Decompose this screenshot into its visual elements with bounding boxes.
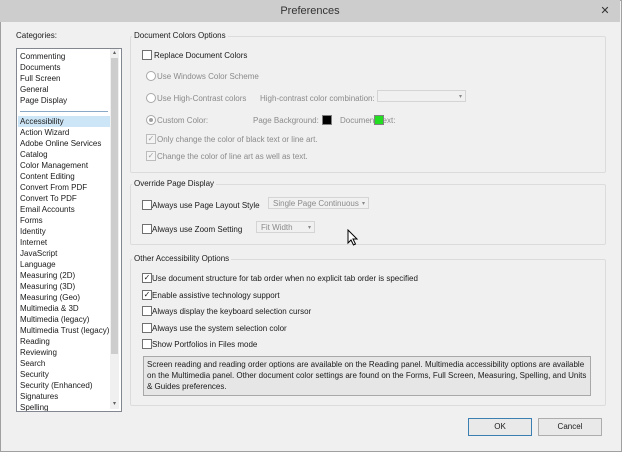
category-item[interactable]: Measuring (Geo) [20,292,80,303]
override-page-display-group [130,184,606,245]
close-icon: ✕ [600,5,610,17]
scroll-down-button[interactable]: ▾ [110,400,119,409]
arrow-cursor-icon [347,229,359,246]
windows-scheme-radio[interactable] [146,71,156,81]
only-black-checkbox[interactable]: ✓ [146,134,156,144]
category-item[interactable]: Multimedia & 3D [20,303,79,314]
accessibility-option-label: Always use the system selection color [152,324,287,333]
chevron-down-icon: ▾ [307,225,311,231]
scroll-down-icon: ▾ [112,401,116,407]
override-page-display-title: Override Page Display [132,179,217,188]
category-item[interactable]: Adobe Online Services [20,138,101,149]
accessibility-option-checkbox[interactable]: ✓ [142,290,152,300]
accessibility-option-label: Use document structure for tab order whe… [152,274,418,283]
zoom-setting-label: Always use Zoom Setting [152,225,243,234]
cancel-button[interactable]: Cancel [538,418,602,436]
category-item[interactable]: JavaScript [20,248,57,259]
document-colors-title: Document Colors Options [132,31,228,40]
document-text-swatch[interactable] [374,115,384,125]
page-background-label: Page Background: [253,116,319,125]
custom-color-label: Custom Color: [157,116,209,125]
replace-colors-label: Replace Document Colors [154,51,248,60]
check-icon: ✓ [147,134,155,143]
document-text-label: Document Text: [340,116,396,125]
category-item[interactable]: Spelling [20,402,48,411]
windows-scheme-label: Use Windows Color Scheme [157,72,259,81]
category-item[interactable]: Reading [20,336,50,347]
replace-colors-checkbox[interactable]: ✓ [142,50,152,60]
category-item[interactable]: General [20,84,48,95]
accessibility-info-text: Screen reading and reading order options… [143,356,591,396]
category-item[interactable]: Internet [20,237,47,248]
zoom-setting-checkbox[interactable]: ✓ [142,224,152,234]
ok-button[interactable]: OK [468,418,532,436]
category-item[interactable]: Convert From PDF [20,182,87,193]
category-item[interactable]: Multimedia Trust (legacy) [20,325,109,336]
scroll-up-icon: ▴ [112,50,116,56]
category-item[interactable]: Commenting [20,51,65,62]
category-item[interactable]: Catalog [20,149,48,160]
category-item[interactable]: Security (Enhanced) [20,380,92,391]
other-accessibility-title: Other Accessibility Options [132,254,232,263]
close-button[interactable]: ✕ [592,2,618,20]
page-background-swatch[interactable] [322,115,332,125]
category-item[interactable]: Full Screen [20,73,60,84]
only-black-label: Only change the color of black text or l… [157,135,318,144]
category-item[interactable]: Email Accounts [20,204,75,215]
category-item[interactable]: Color Management [20,160,88,171]
category-item[interactable]: Reviewing [20,347,57,358]
category-item[interactable]: Measuring (3D) [20,281,75,292]
category-item[interactable]: Identity [20,226,46,237]
category-item[interactable]: Measuring (2D) [20,270,75,281]
page-layout-label: Always use Page Layout Style [152,201,260,210]
accessibility-option-checkbox[interactable]: ✓ [142,306,152,316]
category-item[interactable]: Convert To PDF [20,193,77,204]
zoom-setting-dropdown[interactable]: Fit Width ▾ [256,221,315,233]
accessibility-option-label: Show Portfolios in Files mode [152,340,258,349]
category-item[interactable]: Search [20,358,45,369]
accessibility-option-checkbox[interactable]: ✓ [142,273,152,283]
chevron-down-icon: ▾ [458,94,462,100]
scroll-thumb[interactable] [111,58,118,354]
list-separator [20,111,108,112]
high-contrast-label: Use High-Contrast colors [157,94,247,103]
page-layout-value: Single Page Continuous [273,199,359,208]
page-layout-dropdown[interactable]: Single Page Continuous ▾ [268,197,369,209]
category-item[interactable]: Accessibility [18,116,111,127]
high-contrast-radio[interactable] [146,93,156,103]
category-item[interactable]: Security [20,369,49,380]
chevron-down-icon: ▾ [361,201,365,207]
category-item[interactable]: Content Editing [20,171,75,182]
high-contrast-dropdown[interactable]: ▾ [377,90,466,102]
check-icon: ✓ [143,290,151,299]
categories-label: Categories: [16,31,57,40]
accessibility-option-label: Enable assistive technology support [152,291,280,300]
category-item[interactable]: Multimedia (legacy) [20,314,89,325]
accessibility-option-checkbox[interactable]: ✓ [142,339,152,349]
high-contrast-combo-label: High-contrast color combination: [260,94,375,103]
category-item[interactable]: Documents [20,62,60,73]
custom-color-radio[interactable] [146,115,156,125]
categories-list[interactable]: Commenting Documents Full Screen General Pag… [16,48,122,412]
check-icon: ✓ [143,273,151,282]
category-item[interactable]: Language [20,259,56,270]
zoom-setting-value: Fit Width [261,223,293,232]
category-item[interactable]: Action Wizard [20,127,69,138]
category-item[interactable]: Signatures [20,391,58,402]
scroll-up-button[interactable]: ▴ [110,49,119,58]
line-art-label: Change the color of line art as well as … [157,152,308,161]
line-art-checkbox[interactable]: ✓ [146,151,156,161]
accessibility-option-checkbox[interactable]: ✓ [142,323,152,333]
category-item[interactable]: Forms [20,215,43,226]
window-title: Preferences [280,5,340,17]
page-layout-checkbox[interactable]: ✓ [142,200,152,210]
accessibility-option-label: Always display the keyboard selection cu… [152,307,312,316]
check-icon: ✓ [147,151,155,160]
category-item[interactable]: Page Display [20,95,67,106]
